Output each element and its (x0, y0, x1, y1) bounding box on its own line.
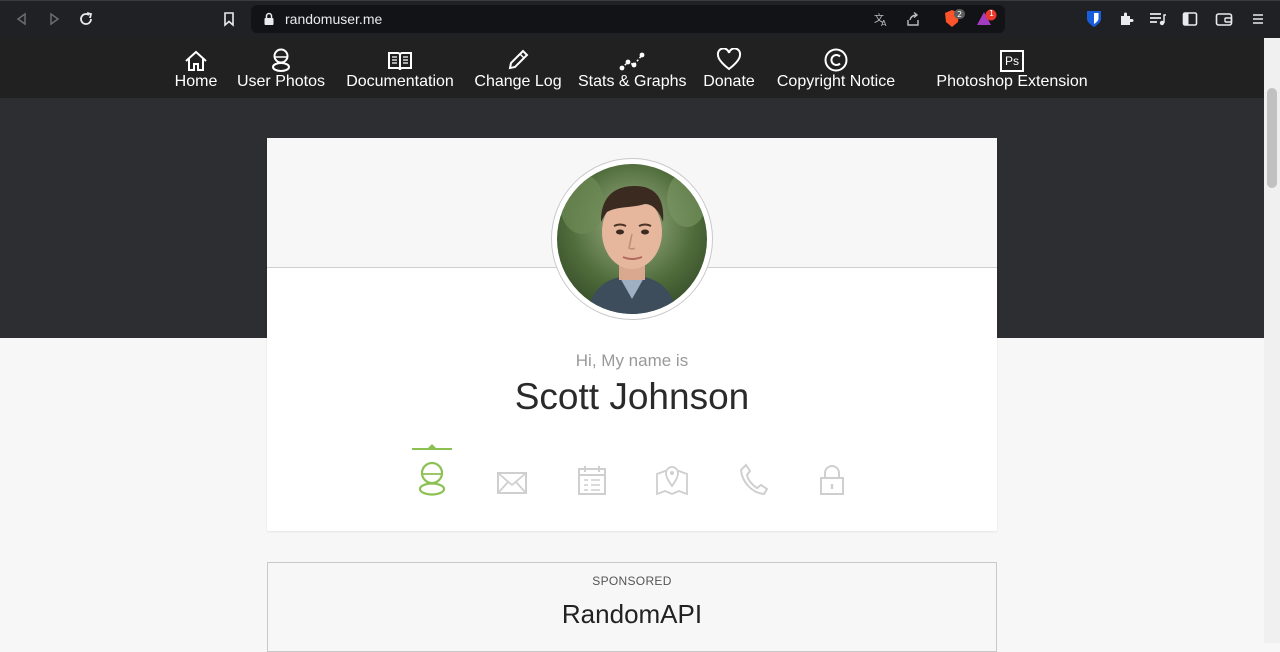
sponsored-box[interactable]: SPONSORED RandomAPI (267, 562, 997, 652)
site-navigation: Home User Photos Documentation Change Lo… (0, 38, 1264, 98)
nav-label: Change Log (474, 73, 562, 90)
avatar (557, 164, 707, 314)
nav-photoshop-extension[interactable]: Ps Photoshop Extension (934, 38, 1090, 98)
avatar-frame (551, 158, 713, 320)
greeting: Hi, My name is (575, 351, 689, 370)
nav-stats-graphs[interactable]: Stats & Graphs (578, 38, 687, 98)
nav-label: Documentation (346, 73, 454, 90)
sidebar-icon[interactable] (1180, 9, 1200, 29)
menu-icon[interactable] (1248, 9, 1268, 29)
map-icon (656, 466, 688, 496)
envelope-icon (497, 472, 527, 494)
lock-icon (820, 465, 844, 495)
tab-password[interactable] (810, 446, 854, 496)
book-icon (388, 52, 412, 71)
nav-donate[interactable]: Donate (700, 38, 758, 98)
share-icon[interactable] (905, 11, 921, 27)
heart-icon (716, 48, 742, 71)
nav-documentation[interactable]: Documentation (342, 38, 458, 98)
tab-name[interactable] (410, 444, 454, 496)
extensions-icon[interactable] (1116, 9, 1136, 29)
scrollbar[interactable] (1264, 38, 1280, 643)
sponsored-title[interactable]: RandomAPI (268, 599, 996, 630)
tab-address[interactable] (650, 446, 694, 496)
nav-label: Home (174, 73, 218, 90)
brave-badge: 2 (957, 10, 963, 19)
nav-label: Donate (703, 73, 755, 90)
wallet-icon[interactable] (1214, 9, 1234, 29)
scrollbar-thumb[interactable] (1267, 88, 1277, 188)
user-icon (418, 461, 446, 496)
nav-home[interactable]: Home (172, 38, 220, 98)
copyright-icon (824, 48, 848, 72)
bookmark-icon[interactable] (219, 9, 239, 29)
tab-birthday[interactable] (570, 446, 614, 496)
user-icon (272, 48, 290, 72)
photoshop-icon: Ps (1000, 50, 1024, 72)
url-text: randomuser.me (285, 11, 383, 27)
back-icon[interactable] (12, 9, 32, 29)
user-card: Hi, My name is Scott Johnson (267, 138, 997, 531)
profile-tabs (267, 444, 997, 496)
tab-email[interactable] (490, 446, 534, 496)
svg-text:A: A (881, 19, 887, 27)
nav-user-photos[interactable]: User Photos (236, 38, 326, 98)
sponsored-label: SPONSORED (592, 574, 672, 588)
home-icon (185, 50, 207, 71)
reload-icon[interactable] (76, 9, 96, 29)
address-bar[interactable]: randomuser.me 文A 2 1 (251, 5, 1005, 33)
nav-label: Photoshop Extension (936, 73, 1088, 90)
graph-icon (619, 52, 645, 71)
browser-toolbar: randomuser.me 文A 2 1 (0, 0, 1280, 38)
media-queue-icon[interactable] (1148, 9, 1168, 29)
rewards-badge: 1 (989, 9, 995, 18)
tab-phone[interactable] (732, 446, 776, 496)
translate-icon[interactable]: 文A (873, 11, 889, 27)
calendar-icon (578, 466, 606, 495)
nav-label: Copyright Notice (776, 73, 896, 90)
nav-label: User Photos (236, 73, 326, 90)
phone-icon (739, 463, 769, 496)
tab-strip-line (0, 0, 1280, 1)
bitwarden-icon[interactable] (1084, 9, 1104, 29)
forward-icon[interactable] (44, 9, 64, 29)
nav-change-log[interactable]: Change Log (474, 38, 562, 98)
nav-label: Stats & Graphs (578, 73, 687, 90)
pencil-icon (508, 49, 529, 70)
user-name: Scott Johnson (514, 376, 750, 417)
lock-icon (264, 12, 274, 25)
nav-copyright-notice[interactable]: Copyright Notice (774, 38, 898, 98)
